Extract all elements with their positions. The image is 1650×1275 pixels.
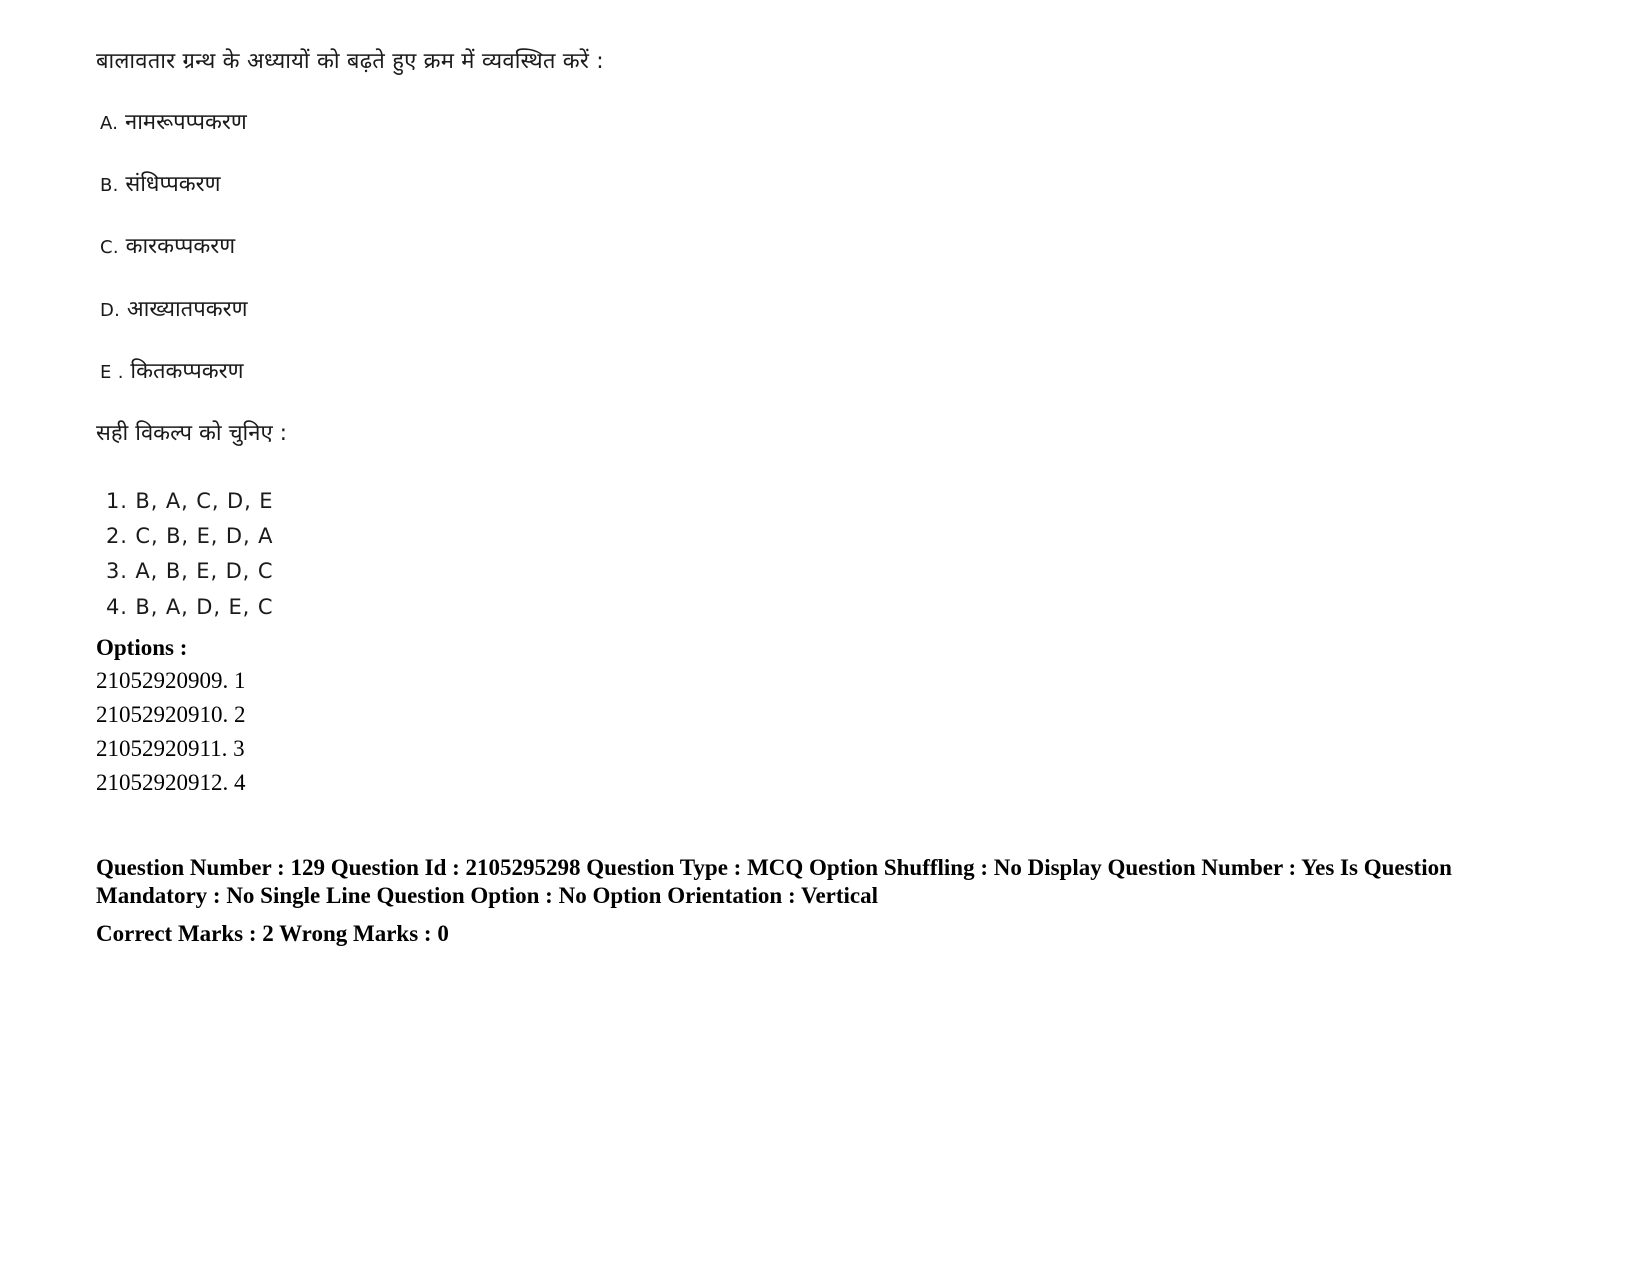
question-item-c: C. कारकप्पकरण (96, 234, 1556, 260)
question-item-a-text: नामरूपप्पकरण (125, 109, 247, 135)
scanned-question-block: बालावतार ग्रन्थ के अध्यायों को बढ़ते हुए… (96, 48, 1556, 625)
question-metadata-line-2: Correct Marks : 2 Wrong Marks : 0 (96, 921, 449, 947)
answer-choice-1[interactable]: 1. B, A, C, D, E (96, 484, 1556, 519)
question-item-e-label: E . (100, 362, 124, 384)
question-item-b-text: संधिप्पकरण (125, 171, 221, 197)
option-id-4: 21052920912. 4 (96, 770, 246, 796)
question-item-a-label: A. (100, 112, 119, 134)
option-id-3: 21052920911. 3 (96, 736, 245, 762)
question-metadata: Question Number : 129 Question Id : 2105… (96, 854, 1516, 948)
question-metadata-line-1: Question Number : 129 Question Id : 2105… (96, 855, 1452, 909)
question-item-b-label: B. (100, 174, 119, 196)
question-item-e: E . कितकप्पकरण (96, 359, 1556, 385)
question-item-a: A. नामरूपप्पकरण (96, 110, 1556, 136)
option-id-list: 21052920909. 1 21052920910. 2 2105292091… (96, 664, 1556, 800)
question-page: बालावतार ग्रन्थ के अध्यायों को बढ़ते हुए… (0, 0, 1650, 1275)
question-item-b: B. संधिप्पकरण (96, 172, 1556, 198)
question-stem: बालावतार ग्रन्थ के अध्यायों को बढ़ते हुए… (96, 49, 604, 74)
options-heading: Options : (96, 634, 188, 660)
option-id-2: 21052920910. 2 (96, 702, 246, 728)
question-item-c-text: कारकप्पकरण (125, 234, 236, 260)
question-item-d: D. आख्यातपकरण (96, 297, 1556, 323)
question-item-d-text: आख्यातपकरण (126, 296, 248, 322)
answer-choice-4[interactable]: 4. B, A, D, E, C (96, 590, 1556, 625)
question-item-d-label: D. (100, 299, 121, 321)
answer-choice-2[interactable]: 2. C, B, E, D, A (96, 519, 1556, 554)
question-item-e-text: कितकप्पकरण (130, 359, 244, 385)
answer-choice-3[interactable]: 3. A, B, E, D, C (96, 554, 1556, 589)
choose-correct-option-prompt: सही विकल्प को चुनिए : (96, 421, 288, 447)
option-id-1: 21052920909. 1 (96, 668, 246, 694)
answer-choice-list: 1. B, A, C, D, E 2. C, B, E, D, A 3. A, … (96, 484, 1556, 625)
question-item-c-label: C. (100, 237, 119, 259)
question-content: बालावतार ग्रन्थ के अध्यायों को बढ़ते हुए… (96, 48, 1556, 949)
